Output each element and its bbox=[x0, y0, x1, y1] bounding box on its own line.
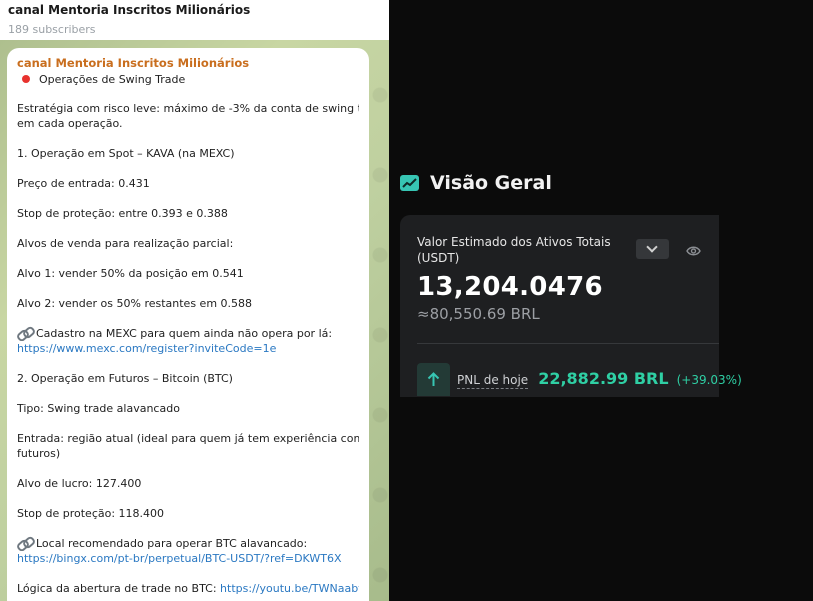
pnl-label[interactable]: PNL de hoje bbox=[457, 373, 529, 389]
chart-icon bbox=[400, 175, 419, 191]
logic-link[interactable]: https://youtu.be/TWNaabt7qXw bbox=[220, 582, 359, 595]
bingx-link[interactable]: https://bingx.com/pt-br/perpetual/BTC-US… bbox=[17, 551, 359, 566]
total-assets-value: 13,204.0476 bbox=[417, 272, 603, 302]
op2-type: Tipo: Swing trade alavancado bbox=[17, 402, 180, 415]
channel-header[interactable]: canal Mentoria Inscritos Milionários 189… bbox=[0, 0, 389, 40]
message-bubble[interactable]: canal Mentoria Inscritos Milionários Ope… bbox=[7, 48, 369, 601]
link-icon bbox=[17, 327, 33, 339]
overview-title: Visão Geral bbox=[430, 172, 552, 194]
op1-entry: Preço de entrada: 0.431 bbox=[17, 177, 150, 190]
red-circle-icon bbox=[22, 75, 30, 83]
channel-title: canal Mentoria Inscritos Milionários bbox=[8, 3, 251, 17]
subject-text: Operações de Swing Trade bbox=[39, 72, 186, 86]
op2-stop: Stop de proteção: 118.400 bbox=[17, 507, 165, 520]
op2-target: Alvo de lucro: 127.400 bbox=[17, 477, 142, 490]
op1-title: 1. Operação em Spot – KAVA (na MEXC) bbox=[17, 147, 235, 160]
telegram-panel: canal Mentoria Inscritos Milionários 189… bbox=[0, 0, 389, 601]
bingx-text: Local recomendado para operar BTC alavan… bbox=[36, 537, 308, 550]
pnl-row: PNL de hoje 22,882.99 BRL (+39.03%) bbox=[457, 369, 742, 389]
op1-target-1: Alvo 1: vender 50% da posição em 0.541 bbox=[17, 267, 244, 280]
op1-stop: Stop de proteção: entre 0.393 e 0.388 bbox=[17, 207, 228, 220]
strategy-line-2: em cada operação. bbox=[17, 117, 123, 130]
message-subject: Operações de Swing Trade bbox=[17, 72, 359, 86]
logic-text: Lógica da abertura de trade no BTC: bbox=[17, 582, 217, 595]
logic-line: Lógica da abertura de trade no BTC: http… bbox=[17, 581, 359, 596]
currency-dropdown[interactable] bbox=[636, 239, 669, 259]
pnl-value: 22,882.99 BRL bbox=[538, 369, 669, 388]
assets-card: Valor Estimado dos Ativos Totais (USDT) … bbox=[400, 215, 742, 397]
mexc-link[interactable]: https://www.mexc.com/register?inviteCode… bbox=[17, 341, 359, 356]
card-divider bbox=[417, 343, 719, 344]
op2-entry-line-1: Entrada: região atual (ideal para quem j… bbox=[17, 432, 359, 445]
strategy-line-1: Estratégia com risco leve: máximo de -3%… bbox=[17, 102, 359, 115]
mexc-line: Cadastro na MEXC para quem ainda não ope… bbox=[17, 326, 359, 341]
screenshot-root: canal Mentoria Inscritos Milionários 189… bbox=[0, 0, 813, 601]
overview-panel: Visão Geral Valor Estimado dos Ativos To… bbox=[400, 165, 742, 397]
op2-title: 2. Operação em Futuros – Bitcoin (BTC) bbox=[17, 372, 233, 385]
message-author[interactable]: canal Mentoria Inscritos Milionários bbox=[17, 56, 359, 70]
mexc-text: Cadastro na MEXC para quem ainda não ope… bbox=[36, 327, 333, 340]
approx-brl-value: ≈80,550.69 BRL bbox=[417, 305, 540, 323]
op1-targets-title: Alvos de venda para realização parcial: bbox=[17, 237, 234, 250]
pnl-percent: (+39.03%) bbox=[676, 373, 742, 387]
link-icon bbox=[17, 537, 33, 549]
total-assets-label: Valor Estimado dos Ativos Totais (USDT) bbox=[417, 235, 611, 265]
eye-icon[interactable] bbox=[686, 242, 701, 256]
op2-entry-line-2: futuros) bbox=[17, 447, 61, 460]
overview-header: Visão Geral bbox=[400, 165, 552, 201]
subscriber-count: 189 subscribers bbox=[8, 23, 96, 36]
bingx-line: Local recomendado para operar BTC alavan… bbox=[17, 536, 359, 551]
arrow-up-icon bbox=[417, 363, 450, 396]
op1-target-2: Alvo 2: vender os 50% restantes em 0.588 bbox=[17, 297, 253, 310]
